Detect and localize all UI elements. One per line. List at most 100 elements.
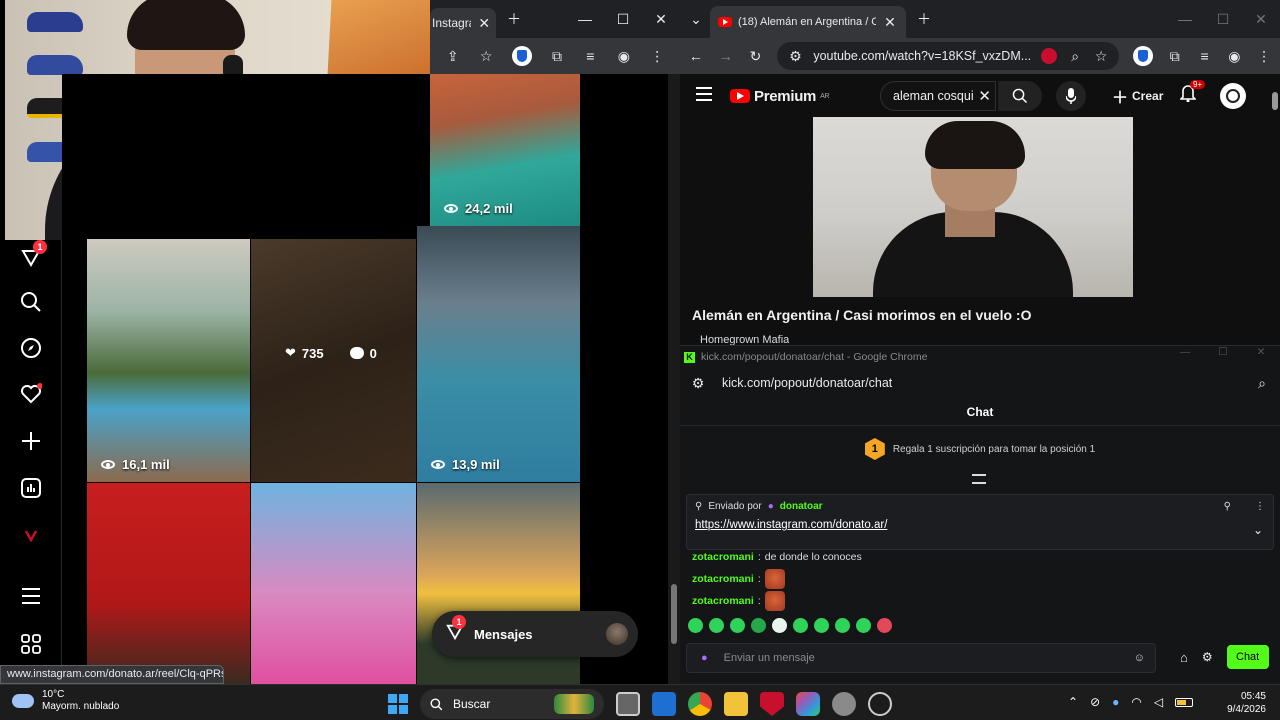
media-controls-icon[interactable]: ≡ <box>1197 48 1213 64</box>
notifications-button[interactable]: 9+ <box>1179 80 1206 107</box>
bookmark-star-icon[interactable]: ☆ <box>1093 48 1109 64</box>
emote-icon[interactable] <box>730 618 745 633</box>
clear-search-icon[interactable]: ✕ <box>978 87 991 105</box>
post-tile-hovered[interactable]: ❤ 735 0 <box>251 239 416 482</box>
close-tab-icon[interactable]: ✕ <box>477 15 492 31</box>
emote-icon[interactable] <box>856 618 871 633</box>
send-chat-button[interactable]: Chat <box>1226 645 1269 669</box>
channel-name[interactable]: Homegrown Mafia <box>700 334 789 345</box>
ig-tab[interactable]: Instagram ✕ <box>430 8 496 38</box>
close-tab-icon[interactable]: ✕ <box>882 14 898 30</box>
emote-icon[interactable] <box>772 618 787 633</box>
site-info-icon[interactable]: ⚙ <box>690 375 706 391</box>
menu-hamburger-icon[interactable] <box>19 584 43 608</box>
media-controls-icon[interactable]: ≡ <box>582 48 598 64</box>
reload-icon[interactable]: ↻ <box>748 48 764 64</box>
gift-sub-banner[interactable]: 1 Regala 1 suscripción para tomar la pos… <box>680 432 1280 466</box>
pinned-link[interactable]: https://www.instagram.com/donato.ar/ <box>695 519 1265 531</box>
voice-search-button[interactable] <box>1056 81 1086 111</box>
chat-message-input[interactable]: ● Enviar un mensaje ☺ <box>686 643 1156 673</box>
emote-icon[interactable] <box>793 618 808 633</box>
ig-scrollbar[interactable] <box>668 74 680 684</box>
task-view-icon[interactable] <box>616 692 640 716</box>
bitwarden-extension-icon[interactable] <box>1133 46 1153 66</box>
profile-avatar-icon[interactable] <box>19 523 43 547</box>
obs-icon[interactable] <box>868 692 892 716</box>
store-icon[interactable]: ⌂ <box>1180 650 1188 665</box>
guide-menu-icon[interactable] <box>696 86 712 106</box>
new-tab-icon[interactable]: ＋ <box>916 11 932 27</box>
extensions-puzzle-icon[interactable]: ⧉ <box>1167 48 1183 64</box>
profile-icon[interactable]: ◉ <box>616 48 632 64</box>
yt-tab[interactable]: (18) Alemán en Argentina / Casi ✕ <box>710 6 906 38</box>
bookmark-star-icon[interactable]: ☆ <box>478 48 494 64</box>
emote-icon[interactable] <box>688 618 703 633</box>
collapse-handle-icon[interactable] <box>972 474 986 484</box>
close-window-icon[interactable]: ✕ <box>1242 346 1280 358</box>
chat-username[interactable]: zotacromani <box>692 551 754 563</box>
post-tile[interactable]: 24,2 mil <box>430 74 580 226</box>
yt-search-input[interactable]: aleman cosquin ✕ <box>880 81 996 111</box>
chevron-down-icon[interactable]: ⌄ <box>1253 523 1263 537</box>
emote-icon[interactable] <box>709 618 724 633</box>
zoom-icon[interactable]: ⌕ <box>1067 48 1083 64</box>
explore-compass-icon[interactable] <box>19 336 43 360</box>
close-window-icon[interactable]: ✕ <box>642 0 680 38</box>
forward-arrow-icon[interactable]: → <box>718 48 734 64</box>
settings-gear-icon[interactable]: ⚙ <box>1202 650 1213 664</box>
network-off-icon[interactable]: ⊘ <box>1090 695 1100 709</box>
chrome-icon[interactable] <box>688 692 712 716</box>
mcafee-icon[interactable] <box>760 692 784 716</box>
post-tile[interactable]: 13,9 mil <box>417 226 580 482</box>
weather-widget[interactable]: 10°C Mayorm. nublado <box>12 689 119 713</box>
emote-icon[interactable] <box>835 618 850 633</box>
dashboard-icon[interactable] <box>19 476 43 500</box>
kick-address-bar[interactable]: ⚙ kick.com/popout/donatoar/chat ⌕ <box>680 368 1280 398</box>
search-icon[interactable] <box>19 290 43 314</box>
more-menu-icon[interactable]: ⋮ <box>1256 48 1272 64</box>
apps-grid-icon[interactable] <box>19 632 43 656</box>
battery-icon[interactable] <box>1175 697 1194 707</box>
show-hidden-icons-chevron-icon[interactable]: ⌃ <box>1068 695 1078 709</box>
more-menu-icon[interactable]: ⋮ <box>649 48 665 64</box>
minimize-icon[interactable]: — <box>566 0 604 38</box>
video-player[interactable] <box>813 117 1133 297</box>
youtube-premium-logo[interactable]: Premium AR <box>730 88 830 105</box>
create-button[interactable]: ＋ Crear <box>1104 81 1171 111</box>
create-plus-icon[interactable] <box>19 429 43 453</box>
chat-username[interactable]: zotacromani <box>692 595 754 607</box>
close-window-icon[interactable]: ✕ <box>1242 0 1280 38</box>
messages-button[interactable]: 1 Mensajes <box>432 611 638 657</box>
extensions-puzzle-icon[interactable]: ⧉ <box>549 48 565 64</box>
store-app-icon[interactable] <box>652 692 676 716</box>
back-arrow-icon[interactable]: ← <box>688 48 704 64</box>
settings-gear-icon[interactable] <box>832 692 856 716</box>
copilot-icon[interactable] <box>796 692 820 716</box>
bitwarden-extension-icon[interactable] <box>511 46 532 66</box>
yt-scrollbar[interactable] <box>1270 80 1280 345</box>
emote-icon[interactable] <box>751 618 766 633</box>
post-tile[interactable]: 16,1 mil <box>87 239 250 482</box>
file-explorer-icon[interactable] <box>724 692 748 716</box>
post-tile[interactable] <box>87 483 250 684</box>
emote-icon[interactable] <box>877 618 892 633</box>
pinned-more-icon[interactable]: ⋮ <box>1255 501 1265 512</box>
maximize-icon[interactable]: ☐ <box>1204 0 1242 38</box>
site-info-icon[interactable]: ⚙ <box>787 48 803 64</box>
taskbar-search[interactable]: Buscar <box>420 689 604 719</box>
minimize-icon[interactable]: — <box>1166 0 1204 38</box>
install-app-icon[interactable]: ⇪ <box>445 48 461 64</box>
emote-icon[interactable] <box>814 618 829 633</box>
minimize-icon[interactable]: — <box>1166 346 1204 358</box>
address-bar[interactable]: ⚙ youtube.com/watch?v=18KSf_vxzDM... ⌕ ☆ <box>777 42 1120 70</box>
pinned-user[interactable]: donatoar <box>780 501 823 512</box>
search-button[interactable] <box>998 81 1042 111</box>
tab-search-icon[interactable]: ⌄ <box>688 11 704 27</box>
system-clock[interactable]: 05:45 9/4/2026 <box>1212 690 1266 716</box>
start-windows-icon[interactable] <box>388 694 408 714</box>
chat-username[interactable]: zotacromani <box>692 573 754 585</box>
account-avatar[interactable] <box>1220 83 1246 109</box>
emoji-picker-icon[interactable]: ☺ <box>1134 652 1145 664</box>
post-tile[interactable] <box>251 483 416 684</box>
microphone-icon[interactable]: ● <box>1112 695 1119 709</box>
